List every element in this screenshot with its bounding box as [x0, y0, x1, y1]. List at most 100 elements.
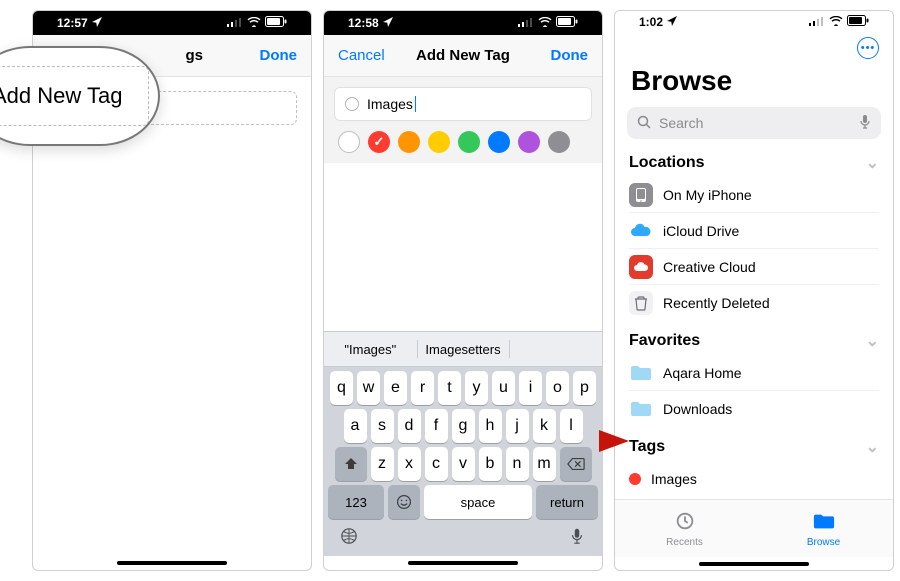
tag-images[interactable]: Images	[629, 461, 879, 497]
section-favorites: Favorites ⌄ Aqara Home Downloads	[615, 323, 893, 429]
keyboard-return-key[interactable]: return	[536, 485, 598, 519]
tag-color-blue[interactable]	[488, 131, 510, 153]
keyboard-key-k[interactable]: k	[533, 409, 556, 443]
home-indicator[interactable]	[324, 556, 602, 570]
keyboard-key-c[interactable]: c	[425, 447, 448, 481]
tab-browse[interactable]: Browse	[754, 500, 893, 557]
battery-icon	[847, 15, 869, 29]
keyboard-key-d[interactable]: d	[398, 409, 421, 443]
status-bar: 12:57	[33, 11, 311, 35]
row-label: Creative Cloud	[663, 259, 756, 275]
keyboard-key-y[interactable]: y	[465, 371, 488, 405]
location-services-icon	[92, 16, 102, 30]
keyboard-dictation-key[interactable]	[568, 527, 586, 550]
favorite-downloads[interactable]: Downloads	[629, 391, 879, 427]
keyboard-backspace-key[interactable]	[560, 447, 592, 481]
keyboard-emoji-key[interactable]	[388, 485, 420, 519]
keyboard-key-p[interactable]: p	[573, 371, 596, 405]
keyboard-key-n[interactable]: n	[506, 447, 529, 481]
tab-label: Browse	[807, 537, 840, 548]
browse-icon	[813, 510, 835, 535]
signal-icon	[227, 16, 243, 30]
row-label: Aqara Home	[663, 365, 742, 381]
keyboard-key-r[interactable]: r	[411, 371, 434, 405]
row-label: Downloads	[663, 401, 732, 417]
keyboard-row-1: qwertyuiop	[324, 367, 602, 405]
section-title: Locations	[629, 154, 705, 172]
battery-icon	[265, 16, 287, 30]
location-services-icon	[383, 16, 393, 30]
location-recently-deleted[interactable]: Recently Deleted	[629, 285, 879, 321]
keyboard-key-t[interactable]: t	[438, 371, 461, 405]
signal-icon	[809, 15, 825, 29]
chevron-down-icon[interactable]: ⌄	[866, 331, 879, 351]
chevron-down-icon[interactable]: ⌄	[866, 437, 879, 457]
done-button[interactable]: Done	[534, 47, 588, 64]
favorite-aqara-home[interactable]: Aqara Home	[629, 355, 879, 391]
wifi-icon	[247, 16, 261, 30]
keyboard-key-m[interactable]: m	[533, 447, 556, 481]
home-indicator[interactable]	[615, 557, 893, 570]
cancel-button[interactable]: Cancel	[338, 47, 392, 64]
keyboard-globe-key[interactable]	[340, 527, 358, 550]
keyboard-key-b[interactable]: b	[479, 447, 502, 481]
keyboard-key-w[interactable]: w	[357, 371, 380, 405]
keyboard-row-2: asdfghjkl	[324, 405, 602, 443]
keyboard-space-key[interactable]: space	[424, 485, 532, 519]
screen2-enter-tag-name: 12:58 Cancel Add New Tag Done	[323, 10, 603, 571]
status-time: 12:57	[57, 16, 88, 30]
keyboard-key-f[interactable]: f	[425, 409, 448, 443]
location-on-my-iphone[interactable]: On My iPhone	[629, 177, 879, 213]
row-label: On My iPhone	[663, 187, 752, 203]
home-indicator[interactable]	[33, 556, 311, 570]
status-bar: 12:58	[324, 11, 602, 35]
keyboard-key-l[interactable]: l	[560, 409, 583, 443]
tab-bar: Recents Browse	[615, 499, 893, 557]
wifi-icon	[829, 15, 843, 29]
search-placeholder: Search	[659, 115, 851, 131]
keyboard-key-s[interactable]: s	[371, 409, 394, 443]
page-title: Browse	[615, 63, 893, 107]
keyboard-key-v[interactable]: v	[452, 447, 475, 481]
keyboard-key-i[interactable]: i	[519, 371, 542, 405]
screen3-files-browse: 1:02 ••• Browse	[614, 10, 894, 571]
search-input[interactable]: Search	[627, 107, 881, 139]
location-icloud-drive[interactable]: iCloud Drive	[629, 213, 879, 249]
keyboard-suggestion-2[interactable]	[509, 332, 602, 366]
tag-color-purple[interactable]	[518, 131, 540, 153]
tag-color-red[interactable]	[368, 131, 390, 153]
tab-recents[interactable]: Recents	[615, 500, 754, 557]
tag-color-green[interactable]	[458, 131, 480, 153]
tag-color-orange[interactable]	[398, 131, 420, 153]
recents-icon	[674, 510, 696, 535]
keyboard-suggestion-0[interactable]: "Images"	[324, 332, 417, 366]
tag-color-dot	[629, 473, 641, 485]
icloud-icon	[629, 219, 653, 243]
tag-color-yellow[interactable]	[428, 131, 450, 153]
dictation-icon[interactable]	[859, 114, 871, 133]
chevron-down-icon[interactable]: ⌄	[866, 153, 879, 173]
tag-form-area	[33, 77, 311, 556]
keyboard-suggestion-1[interactable]: Imagesetters	[417, 332, 510, 366]
keyboard-shift-key[interactable]	[335, 447, 367, 481]
search-icon	[637, 115, 651, 132]
keyboard-key-o[interactable]: o	[546, 371, 569, 405]
location-creative-cloud[interactable]: Creative Cloud	[629, 249, 879, 285]
keyboard-key-h[interactable]: h	[479, 409, 502, 443]
more-options-button[interactable]: •••	[857, 37, 879, 59]
keyboard-key-q[interactable]: q	[330, 371, 353, 405]
keyboard-key-u[interactable]: u	[492, 371, 515, 405]
keyboard-key-j[interactable]: j	[506, 409, 529, 443]
keyboard-key-g[interactable]: g	[452, 409, 475, 443]
keyboard-key-a[interactable]: a	[344, 409, 367, 443]
nav-title: Add New Tag	[392, 47, 534, 64]
keyboard-mode-key[interactable]: 123	[328, 485, 384, 519]
tag-color-grey[interactable]	[548, 131, 570, 153]
keyboard-key-x[interactable]: x	[398, 447, 421, 481]
status-time: 1:02	[639, 15, 663, 29]
done-button[interactable]: Done	[243, 47, 297, 64]
keyboard-key-z[interactable]: z	[371, 447, 394, 481]
tag-color-none[interactable]	[338, 131, 360, 153]
keyboard-key-e[interactable]: e	[384, 371, 407, 405]
tag-name-input[interactable]: Images	[334, 87, 592, 121]
